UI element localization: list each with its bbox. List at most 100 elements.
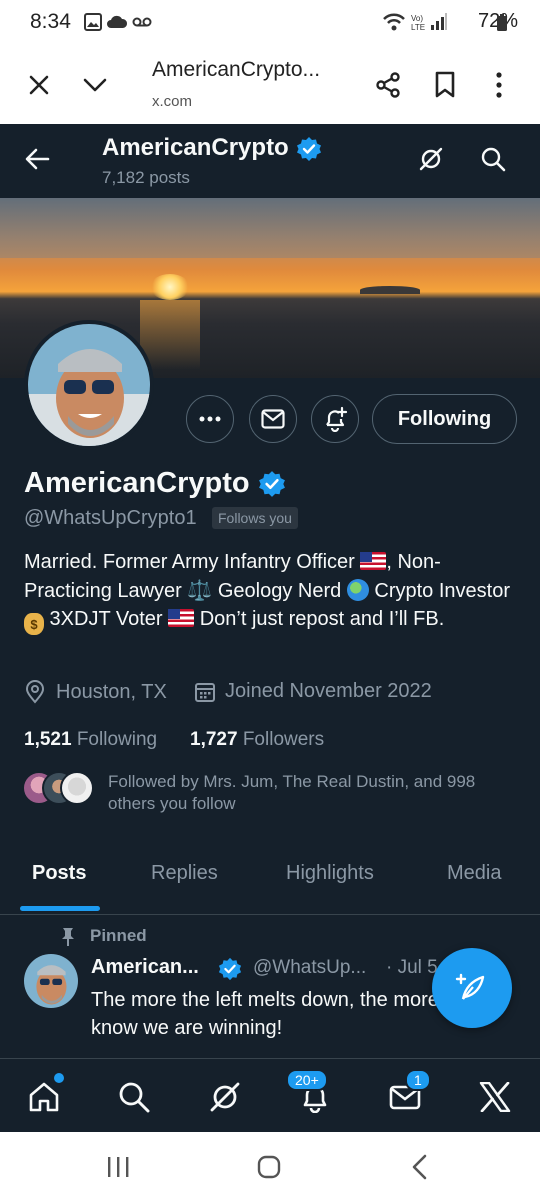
tweet-avatar[interactable] [24, 954, 78, 1008]
tweet-date[interactable]: · Jul 5 [386, 957, 438, 979]
android-navigation-bar [0, 1132, 540, 1200]
recent-apps-icon[interactable] [106, 1156, 130, 1178]
joined-text: Joined November 2022 [225, 680, 432, 702]
profile-name: AmericanCrypto [24, 467, 250, 499]
avatar-image [28, 324, 150, 446]
location-pin-icon [25, 680, 45, 704]
header-name: AmericanCrypto [102, 134, 289, 161]
battery-icon [497, 14, 507, 31]
followers-label: Followers [242, 729, 325, 750]
followers-stat[interactable]: 1,727 Followers [190, 729, 324, 751]
pin-icon [62, 928, 74, 946]
svg-text:LTE: LTE [411, 23, 425, 32]
cloud-icon [107, 15, 128, 28]
compose-button[interactable] [432, 948, 512, 1028]
tweet-author-handle[interactable]: @WhatsUp... [253, 957, 366, 979]
bio-text: 3XDJT Voter [44, 608, 169, 630]
follows-you-badge: Follows you [212, 507, 298, 529]
voicemail-icon [132, 17, 152, 27]
bio-text: Geology Nerd [212, 579, 347, 602]
following-label: Following [76, 729, 158, 750]
more-vertical-icon[interactable] [494, 71, 504, 99]
tweet-author-name[interactable]: American... [91, 956, 199, 979]
grok-icon[interactable] [418, 146, 444, 172]
gallery-notification-icon [84, 13, 102, 31]
calendar-icon [195, 682, 215, 702]
following-button[interactable]: Following [372, 394, 517, 444]
banner-sky [0, 198, 540, 258]
tab-highlights[interactable]: Highlights [286, 862, 374, 885]
profile-avatar[interactable] [24, 320, 154, 450]
bio-text: Crypto Investor [368, 579, 510, 602]
followed-by-text[interactable]: Followed by Mrs. Jum, The Real Dustin, a… [108, 771, 508, 815]
followers-count: 1,727 [190, 729, 238, 750]
nav-grok[interactable] [203, 1075, 247, 1119]
followed-by-avatars[interactable] [22, 771, 102, 805]
avatar [60, 771, 94, 805]
tab-media[interactable]: Media [447, 862, 501, 885]
envelope-icon [261, 409, 285, 429]
browser-toolbar: AmericanCrypto... x.com [0, 46, 540, 125]
nav-search[interactable] [112, 1075, 156, 1119]
signal-icon [431, 13, 447, 30]
bottom-navigation: 20+ 1 [0, 1058, 540, 1133]
compose-feather-icon [455, 973, 485, 1000]
following-stat[interactable]: 1,521 Following [24, 729, 157, 751]
browser-url[interactable]: x.com [152, 93, 192, 110]
bookmark-icon[interactable] [434, 71, 456, 99]
location-text: Houston, TX [56, 680, 167, 703]
globe-icon [346, 578, 369, 601]
more-horizontal-icon [199, 416, 221, 422]
chevron-down-icon[interactable] [82, 76, 108, 94]
search-icon [119, 1082, 150, 1113]
pinned-label: Pinned [90, 926, 147, 945]
browser-page-title: AmericanCrypto... [152, 58, 321, 81]
notifications-subscribe-button[interactable] [311, 395, 359, 443]
search-icon[interactable] [480, 146, 506, 172]
profile-tabs: Posts Replies Highlights Media [0, 848, 540, 915]
home-button-icon[interactable] [257, 1155, 281, 1179]
share-icon[interactable] [374, 71, 402, 99]
banner-sun [150, 274, 190, 300]
nav-home[interactable] [22, 1073, 66, 1119]
wifi-icon [383, 13, 405, 31]
active-tab-indicator [20, 906, 100, 911]
verified-badge-icon [297, 137, 321, 161]
bio-text: Don’t just repost and I’ll FB. [194, 608, 445, 630]
status-bar: 8:34 Vo)LTE 72% [0, 0, 540, 46]
tweet-text[interactable]: The more the left melts down, the more w… [91, 986, 491, 1042]
profile-location: Houston, TX [24, 680, 167, 704]
volte-icon: Vo)LTE [411, 14, 425, 32]
grok-icon [210, 1082, 240, 1112]
svg-text:Vo): Vo) [411, 14, 423, 23]
us-flag-icon [360, 552, 387, 570]
back-icon[interactable] [410, 1154, 428, 1180]
messages-badge: 1 [405, 1069, 431, 1091]
verified-badge-icon [218, 957, 242, 981]
more-button[interactable] [186, 395, 234, 443]
notifications-badge: 20+ [286, 1069, 328, 1091]
home-unread-dot [54, 1073, 64, 1083]
x-logo-icon [479, 1082, 511, 1112]
header-post-count: 7,182 posts [102, 168, 190, 187]
banner-island [360, 286, 420, 294]
avatar-image [24, 954, 78, 1008]
money-bag-icon: $ [24, 613, 44, 635]
bio-text: Married. Former Army Infantry Officer [24, 551, 361, 573]
tab-posts[interactable]: Posts [32, 862, 86, 885]
tab-replies[interactable]: Replies [151, 862, 218, 885]
verified-badge-icon [259, 471, 285, 497]
back-arrow-icon[interactable] [24, 146, 50, 172]
nav-x-premium[interactable] [473, 1075, 517, 1119]
us-flag-icon [168, 609, 195, 627]
bell-plus-icon [326, 406, 348, 432]
profile-bio: Married. Former Army Infantry Officer , … [24, 548, 520, 635]
message-button[interactable] [249, 395, 297, 443]
following-count: 1,521 [24, 729, 72, 750]
close-icon[interactable] [28, 74, 50, 96]
home-icon [29, 1082, 59, 1112]
profile-joined: Joined November 2022 [194, 680, 432, 703]
scales-icon: ⚖️ [187, 579, 213, 602]
profile-header: AmericanCrypto 7,182 posts [0, 124, 540, 198]
status-time: 8:34 [30, 10, 71, 33]
